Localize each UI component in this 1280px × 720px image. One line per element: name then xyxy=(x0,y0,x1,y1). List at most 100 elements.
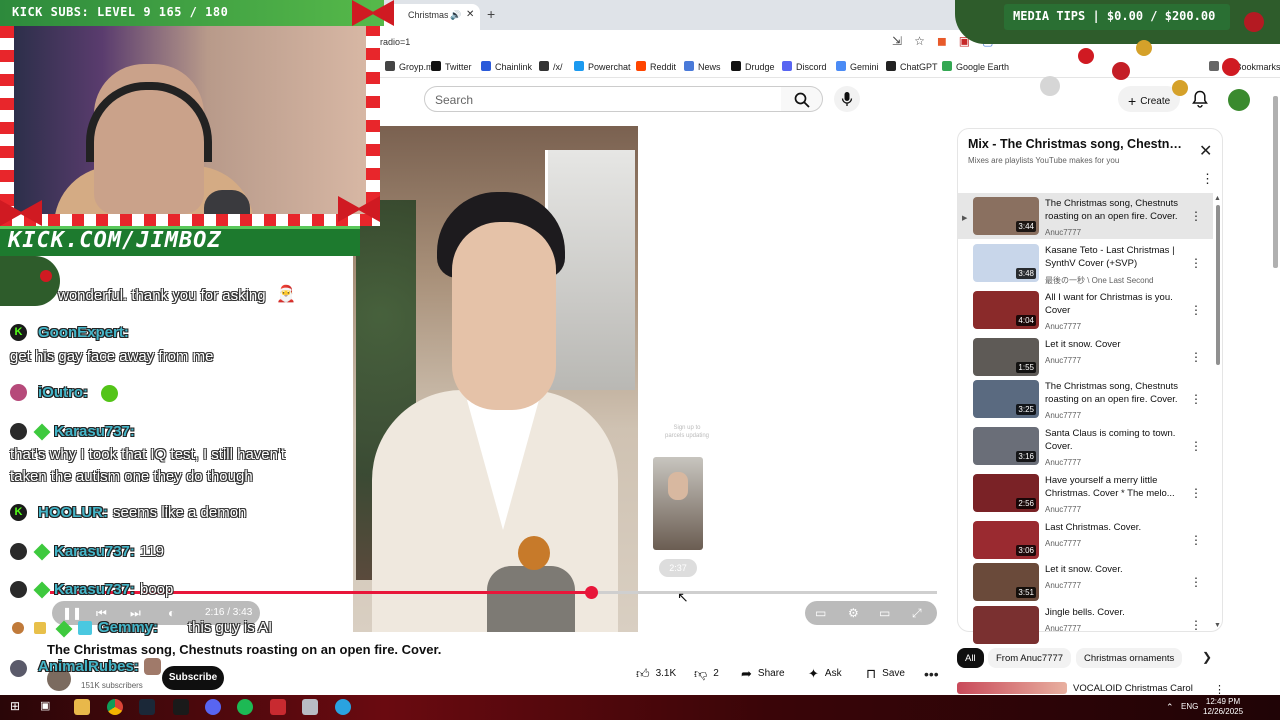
save-label: Save xyxy=(882,668,905,679)
page-scrollbar[interactable] xyxy=(1273,96,1278,268)
item-menu-icon[interactable]: ⋮ xyxy=(1190,439,1202,453)
bookmark-icon xyxy=(886,61,896,71)
chevron-right-icon[interactable]: ❯ xyxy=(1202,650,1212,664)
now-playing-icon: ▶ xyxy=(962,215,968,222)
url-text[interactable]: radio=1 xyxy=(380,37,410,47)
taskbar-clock[interactable]: 12:49 PM 12/26/2025 xyxy=(1203,697,1243,717)
item-menu-icon[interactable]: ⋮ xyxy=(1190,350,1202,364)
fullscreen-icon[interactable]: ⤢ xyxy=(912,606,922,621)
app-icon[interactable] xyxy=(302,699,318,715)
filter-chip[interactable]: All xyxy=(957,648,984,668)
bookmark-item[interactable]: Chainlink xyxy=(481,61,532,72)
playlist-thumbnail[interactable]: 3:48 xyxy=(973,244,1039,282)
star-icon[interactable]: ☆ xyxy=(914,34,925,48)
discord-icon[interactable] xyxy=(205,699,221,715)
bookmark-item[interactable]: ChatGPT xyxy=(886,61,938,72)
tray-chevron-icon[interactable]: ⌃ xyxy=(1166,702,1174,713)
browser-tab[interactable]: Christmas song, Chestn 🔊 ✕ xyxy=(380,4,480,30)
playlist-item-title[interactable]: Kasane Teto - Last Christmas | SynthV Co… xyxy=(1045,245,1185,270)
playlist-item-title[interactable]: Let it snow. Cover xyxy=(1045,339,1185,352)
playlist-item-title[interactable]: The Christmas song, Chestnuts roasting o… xyxy=(1045,381,1185,406)
like-button[interactable]: 👍︎ 3.1K xyxy=(636,666,676,690)
item-menu-icon[interactable]: ⋮ xyxy=(1190,303,1202,317)
playlist-thumbnail[interactable]: 3:06 xyxy=(973,521,1039,559)
new-tab-icon[interactable]: + xyxy=(487,6,495,22)
language-indicator[interactable]: ENG xyxy=(1181,702,1198,711)
steam-icon[interactable] xyxy=(139,699,155,715)
share-button[interactable]: ➦ Share xyxy=(741,666,785,690)
playlist-thumbnail[interactable]: 3:16 xyxy=(973,427,1039,465)
playlist-thumbnail[interactable]: 1:55 xyxy=(973,338,1039,376)
bookmark-item[interactable]: All Bookmarks xyxy=(1209,61,1280,72)
bookmark-item[interactable]: Powerchat xyxy=(574,61,631,72)
end-screen-thumbnail[interactable] xyxy=(653,457,703,550)
bookmark-item[interactable]: Reddit xyxy=(636,61,676,72)
bookmark-item[interactable]: Gemini xyxy=(836,61,879,72)
search-input[interactable]: Search xyxy=(424,86,782,112)
more-actions-icon[interactable]: ••• xyxy=(924,666,939,682)
item-menu-icon[interactable]: ⋮ xyxy=(1190,209,1202,223)
task-view-icon[interactable]: ▣ xyxy=(40,699,56,715)
bookmark-item[interactable]: Discord xyxy=(782,61,827,72)
close-playlist-icon[interactable]: ✕ xyxy=(1199,141,1212,161)
ask-button[interactable]: ✦ Ask xyxy=(808,666,842,690)
speaker-icon[interactable]: 🔊 xyxy=(450,10,461,21)
create-button[interactable]: + Create xyxy=(1118,86,1180,112)
item-menu-icon[interactable]: ⋮ xyxy=(1190,618,1202,632)
playlist-item-title[interactable]: Jingle bells. Cover. xyxy=(1045,607,1185,620)
item-menu-icon[interactable]: ⋮ xyxy=(1190,392,1202,406)
captions-icon[interactable]: ▭ xyxy=(815,606,826,620)
item-menu-icon[interactable]: ⋮ xyxy=(1190,533,1202,547)
spotify-icon[interactable] xyxy=(237,699,253,715)
filter-chip[interactable]: Christmas ornaments xyxy=(1076,648,1183,668)
voice-search-button[interactable] xyxy=(834,86,860,112)
notifications-bell-icon[interactable] xyxy=(1192,90,1208,108)
filter-chip[interactable]: From Anuc7777 xyxy=(988,648,1072,668)
playlist-item-title[interactable]: The Christmas song, Chestnuts roasting o… xyxy=(1045,198,1185,223)
playlist-thumbnail[interactable]: 3:44 xyxy=(973,197,1039,235)
save-button[interactable]: ⊓ Save xyxy=(866,666,905,690)
bookmark-item[interactable]: /x/ xyxy=(539,61,563,72)
windows-start-icon[interactable]: ⊞ xyxy=(10,699,26,715)
chrome-icon[interactable] xyxy=(107,699,123,715)
playlist-thumbnail[interactable]: 3:51 xyxy=(973,563,1039,601)
playlist-item-title[interactable]: Last Christmas. Cover. xyxy=(1045,522,1185,535)
playlist-menu-icon[interactable]: ⋮ xyxy=(1201,171,1214,187)
playlist-thumbnail[interactable]: 3:25 xyxy=(973,380,1039,418)
close-tab-icon[interactable]: ✕ xyxy=(466,9,474,20)
bookmark-item[interactable]: Drudge xyxy=(731,61,775,72)
bookmark-item[interactable]: Twitter xyxy=(431,61,472,72)
chat-message: this guy is AI xyxy=(188,619,273,636)
scroll-down-icon[interactable]: ▼ xyxy=(1214,622,1221,629)
progress-scrubber[interactable] xyxy=(585,586,598,599)
playlist-thumbnail[interactable] xyxy=(973,606,1039,644)
item-menu-icon[interactable]: ⋮ xyxy=(1190,256,1202,270)
playlist-item-title[interactable]: Let it snow. Cover. xyxy=(1045,564,1185,577)
playlist-thumbnail[interactable]: 2:56 xyxy=(973,474,1039,512)
install-icon[interactable]: ⇲ xyxy=(892,34,902,48)
playlist-item-title[interactable]: All I want for Christmas is you. Cover xyxy=(1045,292,1185,317)
bookmark-item[interactable]: News xyxy=(684,61,721,72)
pepe-emote-icon xyxy=(101,385,118,402)
file-explorer-icon[interactable] xyxy=(74,699,90,715)
scroll-up-icon[interactable]: ▲ xyxy=(1214,195,1221,202)
item-menu-icon[interactable]: ⋮ xyxy=(1190,486,1202,500)
telegram-icon[interactable] xyxy=(335,699,351,715)
extension-icon[interactable]: ◼ xyxy=(937,34,947,48)
search-button[interactable] xyxy=(781,86,823,112)
recommendation-thumbnail[interactable] xyxy=(957,682,1067,694)
bookmark-item[interactable]: Google Earth xyxy=(942,61,1009,72)
video-scene-face xyxy=(452,222,556,410)
account-avatar[interactable] xyxy=(1228,89,1250,111)
app-icon[interactable] xyxy=(173,699,189,715)
dislike-button[interactable]: 👎︎ 2 xyxy=(694,666,719,690)
playlist-thumbnail[interactable]: 4:04 xyxy=(973,291,1039,329)
playlist-item-title[interactable]: Santa Claus is coming to town. Cover. xyxy=(1045,428,1185,453)
app-icon[interactable] xyxy=(270,699,286,715)
theater-mode-icon[interactable]: ▭ xyxy=(879,606,890,620)
item-menu-icon[interactable]: ⋮ xyxy=(1190,575,1202,589)
recommendation-title[interactable]: VOCALOID Christmas Carol xyxy=(1073,683,1193,694)
playlist-scrollbar[interactable] xyxy=(1216,205,1220,365)
playlist-item-title[interactable]: Have yourself a merry little Christmas. … xyxy=(1045,475,1185,500)
settings-gear-icon[interactable]: ⚙ xyxy=(848,606,859,620)
